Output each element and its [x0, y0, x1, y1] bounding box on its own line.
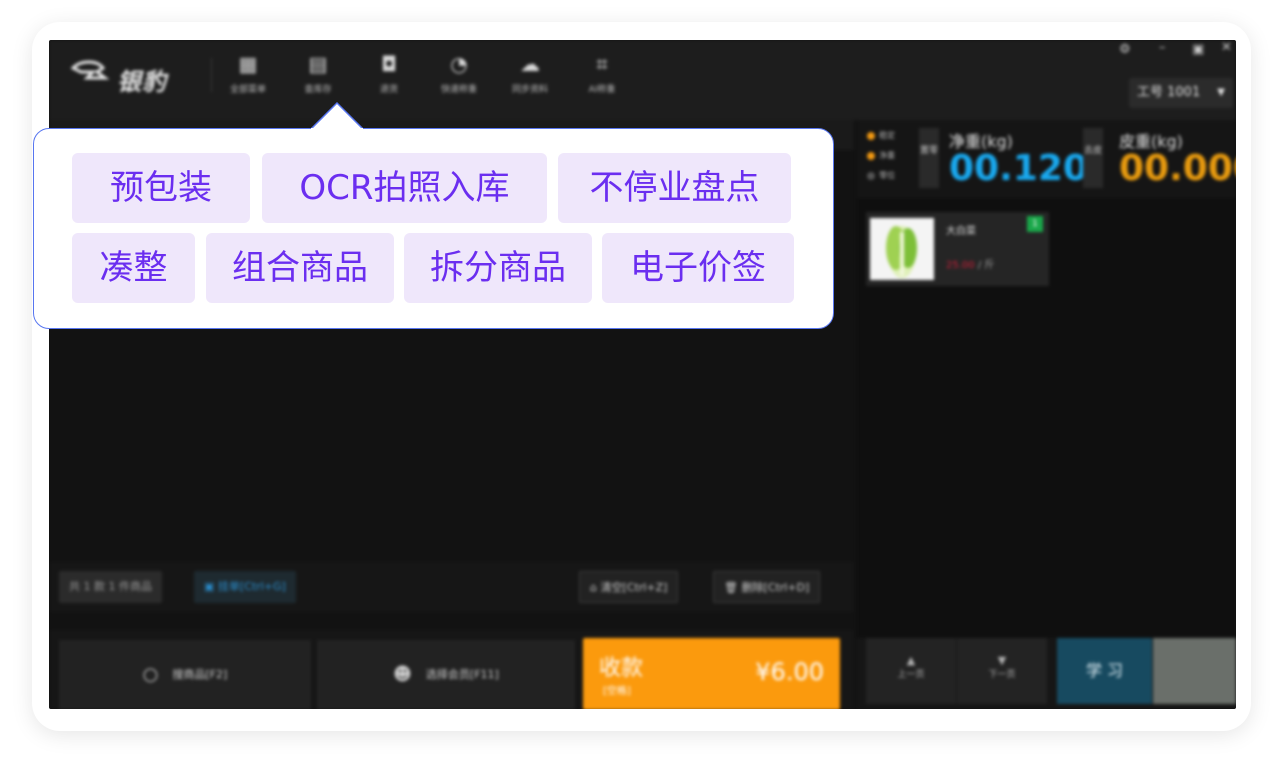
trash-icon: 🗑	[724, 581, 742, 594]
tare-button[interactable]: 去皮	[1083, 128, 1103, 188]
scale-readout: 稳定 净重 零位 置零 净重(kg) 00.120 去皮 皮重(kg) 00.0…	[857, 120, 1236, 198]
product-image	[870, 218, 934, 280]
top-toolbar: 银豹 ▦ 全部菜单 ▤ 查库存 ◘ 退货 ◔ 快速称重 ☁ 同步资料 ⌗ AI称…	[49, 40, 1236, 120]
feature-live-stocktake[interactable]: 不停业盘点	[558, 153, 791, 223]
cloud-sync-icon: ☁	[520, 52, 540, 76]
pay-amount: ¥6.00	[755, 658, 824, 686]
toolbar-divider	[211, 58, 212, 92]
return-icon: ◘	[381, 52, 397, 76]
product-price: 25.00 / 斤	[946, 260, 995, 271]
nav-sync[interactable]: ☁ 同步资料	[499, 48, 561, 104]
learn-button[interactable]: 学 习	[1057, 638, 1152, 704]
checkout-bar: ○ 搜商品[F2] ☻ 选择会员[F11] 收款 [空格] ¥6.00	[49, 630, 854, 709]
settings-icon[interactable]: ⚙	[1119, 42, 1131, 62]
nav-inventory[interactable]: ▤ 查库存	[287, 48, 349, 104]
minimize-icon[interactable]: –	[1159, 40, 1166, 60]
cart-status-bar: 共 1 款 1 件商品 ▣ 挂单[Ctrl+G] ⌂ 清空[Ctrl+Z] 🗑 …	[49, 562, 854, 612]
search-product-button[interactable]: ○ 搜商品[F2]	[59, 640, 311, 709]
prev-label: 上一页	[897, 670, 925, 680]
feature-round-up[interactable]: 凑整	[72, 233, 195, 303]
delete-label: 删除[Ctrl+D]	[741, 581, 810, 594]
feature-split[interactable]: 拆分商品	[404, 233, 592, 303]
search-label: 搜商品[F2]	[172, 668, 228, 681]
arrow-down-icon: ▼	[997, 654, 1007, 667]
product-card[interactable]: 大白菜 25.00 / 斤 1	[866, 212, 1049, 286]
next-label: 下一页	[988, 670, 1016, 680]
product-pager: ▲ 上一页 ▼ 下一页 学 习	[857, 638, 1236, 709]
broom-icon: ⌂	[590, 581, 601, 594]
search-icon: ○	[142, 664, 159, 685]
select-member-button[interactable]: ☻ 选择会员[F11]	[317, 640, 575, 709]
nav-all-menu[interactable]: ▦ 全部菜单	[217, 48, 279, 104]
nav-label: 查库存	[304, 85, 332, 95]
clear-button[interactable]: ⌂ 清空[Ctrl+Z]	[579, 571, 679, 603]
nav-quick-weigh[interactable]: ◔ 快速称重	[428, 48, 490, 104]
feature-prepackaged[interactable]: 预包装	[72, 153, 250, 223]
legend-zero: 零位	[867, 170, 895, 181]
delete-button[interactable]: 🗑 删除[Ctrl+D]	[713, 571, 821, 603]
prev-page-button[interactable]: ▲ 上一页	[866, 638, 956, 704]
grid-icon: ▦	[238, 52, 258, 76]
member-label: 选择会员[F11]	[425, 668, 499, 681]
tare-weight-value: 00.000	[1119, 148, 1236, 189]
nav-label: 退货	[379, 85, 398, 95]
nav-return[interactable]: ◘ 退货	[358, 48, 420, 104]
pointer-join	[311, 128, 363, 131]
hold-label: 挂单[Ctrl+G]	[217, 580, 286, 593]
worker-select[interactable]: 工号 1001 ▼	[1129, 78, 1233, 108]
pay-label: 收款	[599, 656, 644, 681]
ai-scan-icon: ⌗	[596, 52, 608, 76]
camera-preview	[1153, 638, 1236, 704]
nav-ai-weigh[interactable]: ⌗ AI称重	[571, 48, 633, 104]
next-page-button[interactable]: ▼ 下一页	[957, 638, 1047, 704]
zero-button[interactable]: 置零	[919, 128, 939, 188]
pay-shortcut: [空格]	[603, 686, 631, 697]
net-weight-value: 00.120	[949, 148, 1088, 189]
feature-e-label[interactable]: 电子价签	[602, 233, 794, 303]
restore-icon[interactable]: ▣	[1192, 42, 1204, 62]
nav-label: AI称重	[588, 85, 616, 95]
item-count: 共 1 款 1 件商品	[59, 571, 162, 603]
feature-bundle[interactable]: 组合商品	[206, 233, 394, 303]
legend-net: 净重	[867, 150, 895, 161]
hold-icon: ▣	[204, 580, 218, 593]
scale-pane: 稳定 净重 零位 置零 净重(kg) 00.120 去皮 皮重(kg) 00.0…	[857, 120, 1236, 709]
close-window-icon[interactable]: ✕	[1221, 40, 1232, 60]
product-qty-badge: 1	[1027, 216, 1043, 232]
nav-label: 全部菜单	[229, 85, 266, 95]
clear-label: 清空[Ctrl+Z]	[600, 581, 668, 594]
arrow-up-icon: ▲	[906, 654, 916, 667]
feature-ocr-intake[interactable]: OCR拍照入库	[262, 153, 547, 223]
scale-icon: ◔	[450, 52, 468, 76]
pay-button[interactable]: 收款 [空格] ¥6.00	[583, 638, 840, 709]
legend-stable: 稳定	[867, 130, 895, 141]
app-logo: 银豹	[71, 54, 191, 96]
logo-text: 银豹	[117, 68, 167, 96]
nav-label: 快速称重	[440, 85, 477, 95]
cabbage-icon	[886, 226, 917, 278]
nav-label: 同步资料	[511, 85, 548, 95]
member-icon: ☻	[393, 664, 412, 685]
feature-popup: 预包装 OCR拍照入库 不停业盘点 凑整 组合商品 拆分商品 电子价签	[33, 128, 834, 329]
product-name: 大白菜	[946, 226, 976, 237]
inventory-icon: ▤	[308, 52, 328, 76]
caret-down-icon: ▼	[1217, 87, 1225, 98]
hold-order-button[interactable]: ▣ 挂单[Ctrl+G]	[194, 571, 296, 603]
worker-id: 工号 1001	[1137, 85, 1201, 100]
leopard-logo-icon	[71, 60, 110, 80]
